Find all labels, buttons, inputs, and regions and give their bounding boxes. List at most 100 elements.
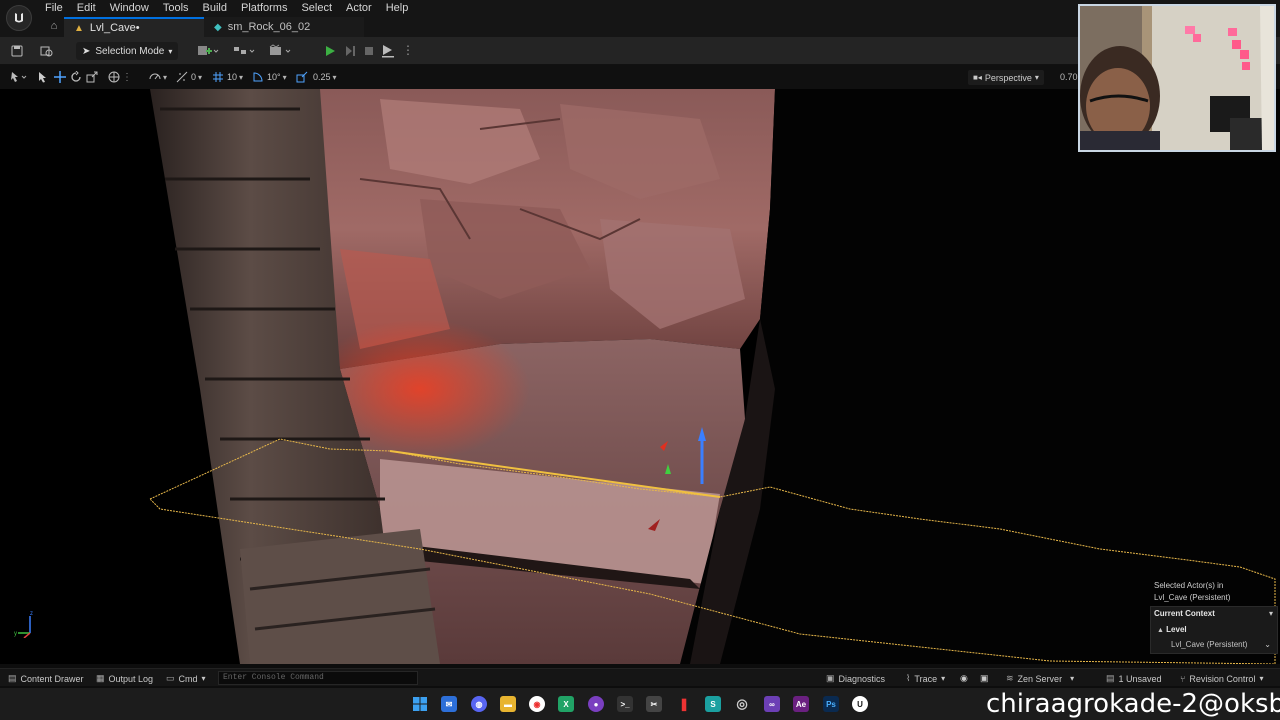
console-command-input[interactable]: Enter Console Command bbox=[218, 671, 418, 685]
rotate-tool-icon[interactable] bbox=[70, 70, 82, 84]
svg-text:z: z bbox=[30, 611, 33, 617]
diagnostics-icon: ▣ bbox=[826, 673, 835, 683]
mail-icon[interactable]: ✉ bbox=[441, 696, 457, 712]
status-bar: ▤ Content Drawer ▦ Output Log ▭ Cmd ▾ En… bbox=[0, 668, 1280, 686]
menu-tools[interactable]: Tools bbox=[156, 0, 196, 16]
svg-text:y: y bbox=[14, 631, 17, 637]
more-options-icon[interactable]: ⋮ bbox=[402, 43, 414, 57]
context-level-label: ▲ Level bbox=[1157, 625, 1187, 634]
output-log-button[interactable]: ▦ Output Log bbox=[96, 672, 153, 685]
select-tool-icon[interactable] bbox=[38, 70, 48, 84]
surface-snap-toggle[interactable]: 0 ▾ bbox=[176, 70, 202, 84]
scale-tool-icon[interactable] bbox=[86, 70, 98, 84]
terminal-icon: ▭ bbox=[166, 673, 175, 683]
chevron-down-icon: ▾ bbox=[201, 674, 206, 683]
output-log-icon: ▦ bbox=[96, 673, 105, 683]
scale-snap-toggle[interactable]: 0.25 ▾ bbox=[296, 70, 337, 84]
menu-build[interactable]: Build bbox=[196, 0, 234, 16]
discord-icon[interactable]: ◍ bbox=[471, 696, 487, 712]
snipping-tool-icon[interactable]: ✂ bbox=[646, 696, 662, 712]
viewport-zoom-value[interactable]: 0.70 bbox=[1060, 72, 1078, 82]
copilot-icon[interactable]: ◎ bbox=[734, 696, 750, 712]
revision-control-dropdown[interactable]: ⑂ Revision Control ▾ bbox=[1180, 672, 1263, 685]
content-browser-icon[interactable] bbox=[38, 43, 54, 59]
menu-select[interactable]: Select bbox=[294, 0, 339, 16]
terminal-app-icon[interactable]: >_ bbox=[617, 696, 633, 712]
cinematics-icon[interactable] bbox=[268, 43, 292, 59]
excel-icon[interactable]: X bbox=[558, 696, 574, 712]
context-level-value[interactable]: Lvl_Cave (Persistent) bbox=[1171, 640, 1247, 649]
perspective-label: Perspective bbox=[984, 72, 1032, 83]
current-context-title: Current Context bbox=[1154, 609, 1215, 618]
visual-studio-icon[interactable]: ∞ bbox=[764, 696, 780, 712]
stop-icon[interactable] bbox=[361, 43, 377, 59]
chevron-down-icon[interactable]: ⌄ bbox=[1264, 640, 1271, 649]
grid-snap-toggle[interactable]: 10 ▾ bbox=[212, 70, 243, 84]
chrome-icon[interactable]: ◉ bbox=[529, 696, 545, 712]
grid-snap-value: 10 bbox=[227, 72, 238, 82]
tab-level-label: Lvl_Cave• bbox=[89, 22, 140, 34]
more-vp-options-icon[interactable]: ⋮ bbox=[122, 70, 132, 84]
translate-tool-icon[interactable] bbox=[54, 70, 66, 84]
adobe-ae-icon[interactable]: Ae bbox=[793, 696, 809, 712]
level-label: Level bbox=[1166, 625, 1187, 634]
chevron-down-icon: ▾ bbox=[1034, 73, 1039, 82]
level-viewport[interactable]: z y Selected Actor(s) in Lvl_Cave (Persi… bbox=[0, 89, 1280, 664]
content-drawer-icon: ▤ bbox=[8, 673, 17, 683]
camera-speed-icon[interactable]: ▾ bbox=[148, 70, 167, 84]
chevron-down-icon: ▾ bbox=[1070, 674, 1075, 683]
unreal-taskbar-icon[interactable]: U bbox=[852, 696, 868, 712]
diagnostics-label: Diagnostics bbox=[838, 673, 886, 684]
screenshot-icon[interactable]: ▣ bbox=[980, 672, 989, 685]
add-actor-icon[interactable] bbox=[196, 43, 220, 59]
photoshop-icon[interactable]: Ps bbox=[823, 696, 839, 712]
unsaved-label: 1 Unsaved bbox=[1118, 673, 1162, 684]
viewport-menu-icon[interactable] bbox=[10, 70, 28, 84]
trace-icon: ⌇ bbox=[906, 673, 911, 683]
tab-level-cave[interactable]: ▲ Lvl_Cave• bbox=[64, 17, 204, 37]
menu-help[interactable]: Help bbox=[379, 0, 416, 16]
tab-mesh-label: sm_Rock_06_02 bbox=[227, 21, 311, 33]
cmd-dropdown[interactable]: ▭ Cmd ▾ bbox=[166, 672, 206, 685]
selection-mode-dropdown[interactable]: ➤ Selection Mode ▾ bbox=[76, 42, 179, 60]
chevron-down-icon: ▾ bbox=[168, 46, 173, 56]
chevron-down-icon: ▾ bbox=[1259, 674, 1264, 683]
zen-server-dropdown[interactable]: ≋ Zen Server ▾ bbox=[1006, 672, 1074, 685]
current-context-box: Current Context ▾ ▲ Level Lvl_Cave (Pers… bbox=[1150, 606, 1278, 654]
github-icon[interactable]: ● bbox=[588, 696, 604, 712]
blueprint-icon[interactable] bbox=[232, 43, 256, 59]
selected-actors-text: Selected Actor(s) in bbox=[1154, 581, 1224, 590]
rotation-snap-toggle[interactable]: 10° ▾ bbox=[252, 70, 287, 84]
unreal-logo-icon[interactable] bbox=[6, 5, 32, 31]
windows-start-icon[interactable] bbox=[412, 696, 428, 712]
content-drawer-button[interactable]: ▤ Content Drawer bbox=[8, 672, 84, 685]
chevron-down-icon[interactable]: ▾ bbox=[1269, 609, 1273, 618]
home-icon[interactable]: ⌂ bbox=[48, 20, 60, 32]
menu-file[interactable]: File bbox=[38, 0, 70, 16]
revision-control-label: Revision Control bbox=[1189, 673, 1256, 684]
save-icon[interactable] bbox=[9, 43, 25, 59]
webcam-overlay bbox=[1078, 4, 1276, 152]
unsaved-button[interactable]: ▤ 1 Unsaved bbox=[1106, 672, 1162, 685]
app-s-icon[interactable]: S bbox=[705, 696, 721, 712]
file-explorer-icon[interactable]: ▬ bbox=[500, 696, 516, 712]
play-options-icon[interactable] bbox=[380, 43, 396, 59]
menu-platforms[interactable]: Platforms bbox=[234, 0, 294, 16]
play-icon[interactable] bbox=[322, 43, 338, 59]
perspective-dropdown[interactable]: ■◂ Perspective ▾ bbox=[968, 70, 1044, 85]
trace-dropdown[interactable]: ⌇ Trace ▾ bbox=[906, 672, 945, 685]
world-space-icon[interactable] bbox=[108, 70, 120, 84]
menu-edit[interactable]: Edit bbox=[70, 0, 103, 16]
chevron-down-icon: ▾ bbox=[941, 674, 946, 683]
pin-icon[interactable]: ❚ bbox=[676, 696, 692, 712]
record-icon[interactable]: ◉ bbox=[960, 672, 968, 685]
menu-actor[interactable]: Actor bbox=[339, 0, 379, 16]
diagnostics-button[interactable]: ▣ Diagnostics bbox=[826, 672, 885, 685]
step-icon[interactable] bbox=[342, 43, 358, 59]
menu-window[interactable]: Window bbox=[103, 0, 156, 16]
selection-info-panel: Selected Actor(s) in Lvl_Cave (Persisten… bbox=[1150, 578, 1278, 658]
tab-static-mesh[interactable]: ◆ sm_Rock_06_02 bbox=[204, 17, 364, 37]
unsaved-icon: ▤ bbox=[1106, 673, 1115, 683]
static-mesh-icon: ◆ bbox=[214, 21, 222, 33]
zen-server-label: Zen Server bbox=[1017, 673, 1063, 684]
